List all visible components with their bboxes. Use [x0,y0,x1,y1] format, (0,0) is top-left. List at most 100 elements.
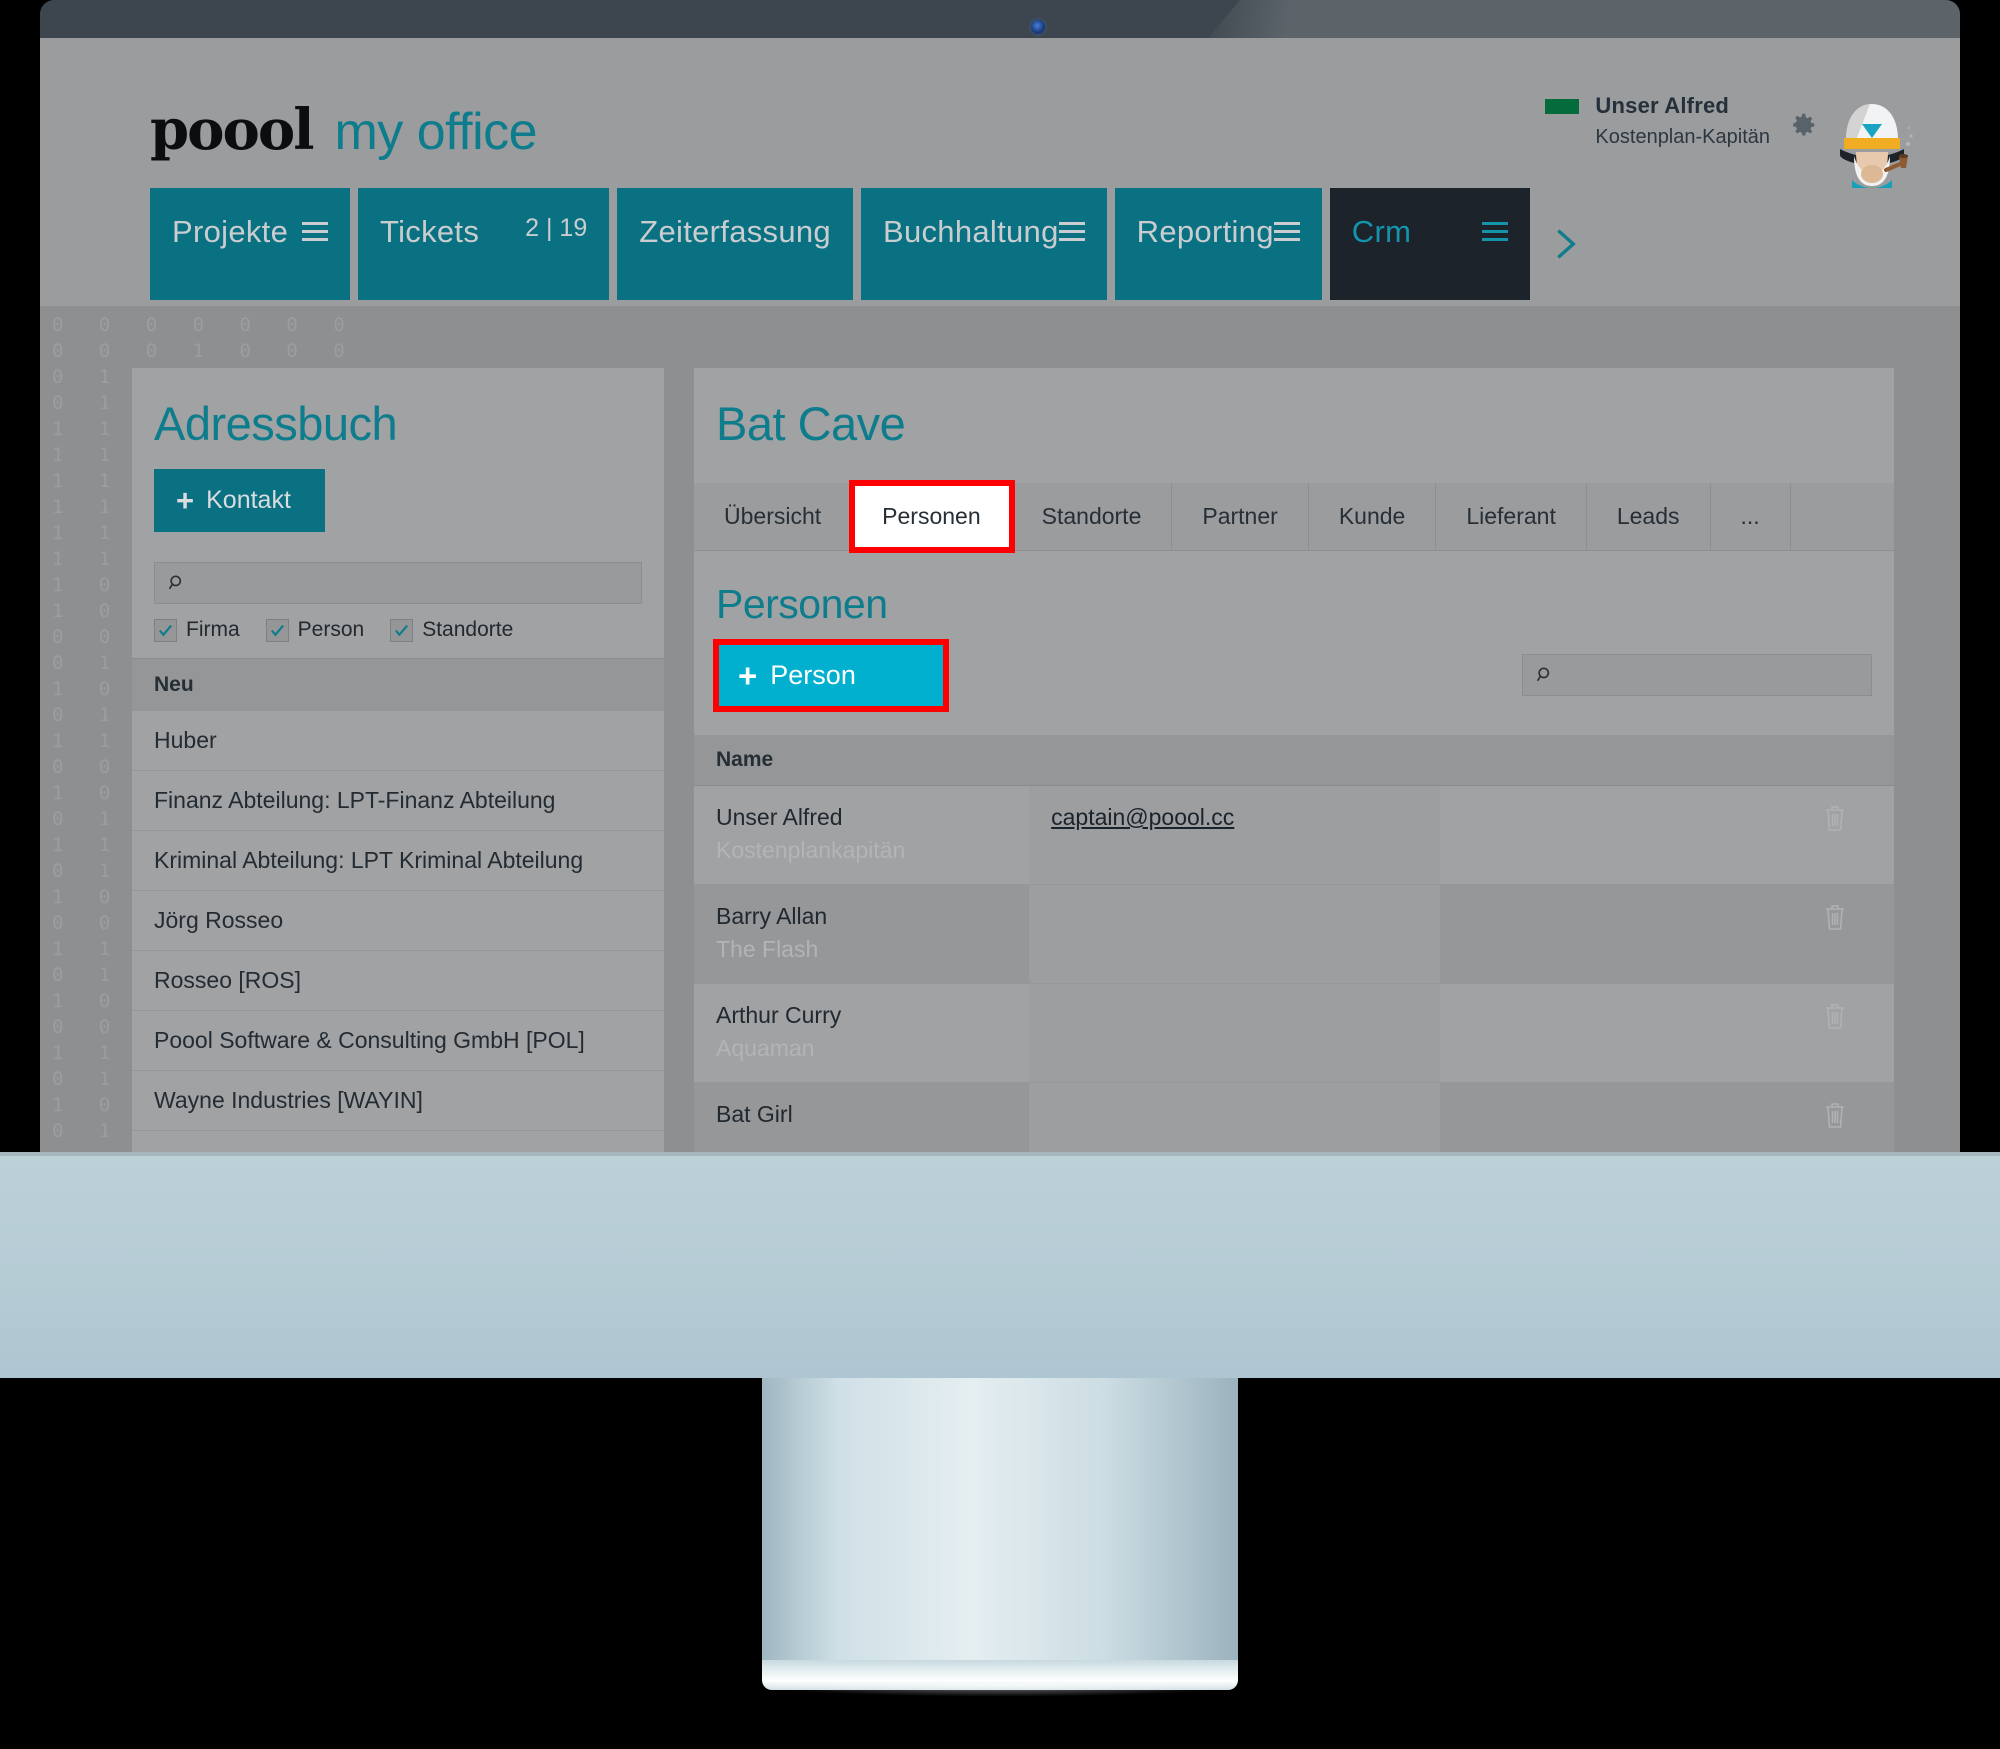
person-extra-cell [1439,884,1776,984]
hamburger-menu-icon[interactable] [1481,222,1508,241]
nav-tab-zeiterfassung[interactable]: Zeiterfassung [617,188,853,300]
add-contact-button[interactable]: + Kontakt [154,469,325,532]
person-subtitle: Kostenplankapitän [716,837,906,863]
tab-standorte[interactable]: Standorte [1011,483,1173,550]
nav-tab-tickets[interactable]: Tickets 2 | 19 [358,188,610,300]
column-header-email [1029,735,1440,786]
filter-label: Firma [186,618,240,641]
filter-checkbox-standorte[interactable]: Standorte [390,618,513,642]
table-row[interactable]: Arthur Curry Aquaman [694,983,1894,1083]
person-name-cell: Arthur Curry Aquaman [694,983,1030,1083]
gear-icon[interactable] [1788,110,1818,140]
detail-title: Bat Cave [716,397,906,450]
monitor-chin [0,1152,2000,1378]
monitor-chin-lip [0,1152,2000,1156]
list-item[interactable]: Kriminal Abteilung: LPT Kriminal Abteilu… [132,831,664,891]
list-item[interactable]: Rosseo [ROS] [132,951,664,1011]
column-header-extra [1439,735,1776,786]
person-actions-cell [1775,1082,1894,1152]
list-item[interactable]: Poool Software & Consulting GmbH [POL] [132,1011,664,1071]
person-name-cell: Bat Girl [694,1082,1030,1152]
checkmark-icon [265,618,289,642]
table-row[interactable]: Unser Alfred Kostenplankapitän captain@p… [694,785,1894,885]
search-input[interactable] [197,571,629,595]
hamburger-menu-icon[interactable] [1058,222,1085,241]
nav-tab-label: Reporting [1136,214,1274,249]
hamburger-menu-icon[interactable] [302,222,328,241]
add-person-label: Person [770,660,856,690]
page-body: 0 0 0 0 0 0 0 0 0 0 1 0 0 0 0 1 0 1 1 0 … [40,306,1960,1152]
sidebar-search-field[interactable] [154,562,642,604]
add-person-button[interactable]: + Person [713,639,949,712]
list-item[interactable]: Jörg Rosseo [132,891,664,951]
checkmark-icon [390,618,414,642]
section-title: Personen [716,581,888,627]
ticket-count-badge: 2 | 19 [525,214,588,242]
email-link[interactable]: captain@poool.cc [1051,804,1234,830]
contact-detail-panel: Bat Cave Übersicht Personen Standorte Pa… [694,368,1894,1152]
table-row[interactable]: Bat Girl [694,1082,1894,1152]
user-role: Kostenplan-Kapitän [1595,126,1770,148]
chevron-right-icon[interactable] [1538,188,1592,300]
person-name-cell: Barry Allan The Flash [694,884,1030,984]
person-email-cell: captain@poool.cc [1029,785,1440,885]
checkmark-icon [154,618,177,642]
nav-tab-buchhaltung[interactable]: Buchhaltung [860,188,1107,300]
tab-uebersicht[interactable]: Übersicht [694,483,853,550]
person-actions-cell [1775,884,1894,984]
nav-tab-label: Projekte [172,214,289,249]
main-navigation: Projekte Tickets 2 | 19 Zeiterfassung Bu… [40,188,1960,306]
person-search-input[interactable] [1565,663,1859,687]
plus-icon: + [176,483,195,518]
person-search-field[interactable] [1522,654,1872,696]
webcam-icon [1031,20,1045,34]
person-email-cell [1029,1082,1440,1152]
person-extra-cell [1439,1082,1776,1152]
page-title: Adressbuch [154,397,398,450]
table-row[interactable]: Barry Allan The Flash [694,884,1894,984]
trash-icon[interactable] [1823,903,1847,931]
tab-partner[interactable]: Partner [1172,483,1309,550]
nav-tab-projekte[interactable]: Projekte [150,188,350,300]
person-actions-cell [1775,785,1894,885]
person-name: Barry Allan [716,903,828,929]
list-item[interactable]: Wayne Industries [WAYIN] [132,1071,664,1131]
monitor-stand-highlight [770,1684,1230,1696]
avatar[interactable] [1826,94,1918,188]
filter-checkbox-firma[interactable]: Firma [154,618,240,642]
tab-leads[interactable]: Leads [1586,483,1711,550]
list-item[interactable]: Finanz Abteilung: LPT-Finanz Abteilung [132,771,664,831]
filter-label: Standorte [422,618,514,641]
person-extra-cell [1439,785,1776,885]
nav-tab-crm[interactable]: Crm [1329,188,1530,300]
filter-checkbox-group: Firma Person Standorte [154,618,642,658]
screen-viewport: poool my office Unser Alfred Kostenplan-… [40,38,1960,1152]
person-name-cell: Unser Alfred Kostenplankapitän [694,785,1030,885]
table-header-row: Name [694,735,1894,786]
trash-icon[interactable] [1823,1101,1847,1129]
nav-tab-label: Buchhaltung [882,214,1059,249]
monitor-stand-neck [762,1378,1238,1670]
user-info[interactable]: Unser Alfred Kostenplan-Kapitän [1545,93,1770,149]
person-name: Bat Girl [716,1101,793,1127]
app-logo[interactable]: poool my office [150,102,538,158]
trash-icon[interactable] [1823,804,1847,832]
trash-icon[interactable] [1823,1002,1847,1030]
person-email-cell [1029,983,1440,1083]
tab-lieferant[interactable]: Lieferant [1436,483,1587,550]
tab-kunde[interactable]: Kunde [1308,483,1437,550]
search-icon [1535,665,1555,685]
filter-checkbox-person[interactable]: Person [265,618,364,642]
nav-tab-label: Crm [1351,214,1412,249]
hamburger-menu-icon[interactable] [1273,222,1300,241]
tab-more[interactable]: ... [1710,483,1791,550]
nav-tab-reporting[interactable]: Reporting [1114,188,1322,300]
tab-personen[interactable]: Personen [849,480,1015,553]
person-name: Arthur Curry [716,1002,842,1028]
status-badge [1545,98,1580,114]
addressbook-panel: Adressbuch + Kontakt Firma Person Stando… [132,368,664,1152]
persons-table: Name Unser Alfred Kostenplankapitän capt… [694,735,1894,1152]
person-extra-cell [1439,983,1776,1083]
detail-tabstrip: Übersicht Personen Standorte Partner Kun… [694,480,1894,553]
list-item[interactable]: Huber [132,711,664,771]
